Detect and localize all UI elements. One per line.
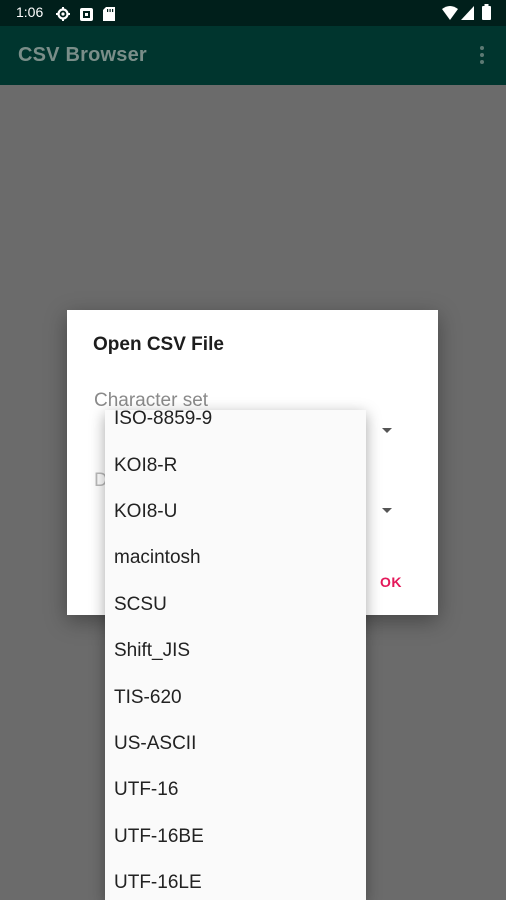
charset-option-utf-16le[interactable]: UTF-16LE	[105, 860, 366, 900]
charset-option-iso-8859-9[interactable]: ISO-8859-9	[105, 410, 366, 442]
wifi-icon	[442, 5, 458, 24]
charset-option-utf-16be[interactable]: UTF-16BE	[105, 814, 366, 860]
overflow-menu-icon[interactable]	[468, 40, 496, 70]
charset-option-utf-16[interactable]: UTF-16	[105, 767, 366, 813]
battery-icon	[482, 4, 491, 24]
app-notification-icon	[80, 6, 93, 25]
charset-option-tis-620[interactable]: TIS-620	[105, 674, 366, 720]
status-bar: 1:06	[0, 0, 506, 26]
app-title: CSV Browser	[18, 44, 147, 66]
charset-label: Character set	[94, 390, 209, 411]
charset-dropdown-arrow-icon[interactable]	[382, 428, 392, 433]
charset-option-shift-jis[interactable]: Shift_JIS	[105, 628, 366, 674]
charset-option-scsu[interactable]: SCSU	[105, 582, 366, 628]
gear-icon	[56, 6, 70, 25]
charset-option-koi8-u[interactable]: KOI8-U	[105, 489, 366, 535]
status-time: 1:06	[16, 4, 44, 20]
charset-option-koi8-r[interactable]: KOI8-R	[105, 442, 366, 488]
charset-options: ISO-8859-9 KOI8-R KOI8-U macintosh SCSU …	[105, 410, 366, 900]
ok-button[interactable]: OK	[380, 574, 402, 590]
dialog-title: Open CSV File	[93, 334, 224, 355]
charset-dropdown-list[interactable]: ISO-8859-9 KOI8-R KOI8-U macintosh SCSU …	[105, 410, 366, 900]
signal-icon	[461, 5, 474, 24]
sd-card-icon	[103, 6, 115, 25]
charset-option-macintosh[interactable]: macintosh	[105, 535, 366, 581]
second-dropdown-arrow-icon[interactable]	[382, 508, 392, 513]
app-bar: CSV Browser	[0, 26, 506, 85]
charset-option-us-ascii[interactable]: US-ASCII	[105, 721, 366, 767]
